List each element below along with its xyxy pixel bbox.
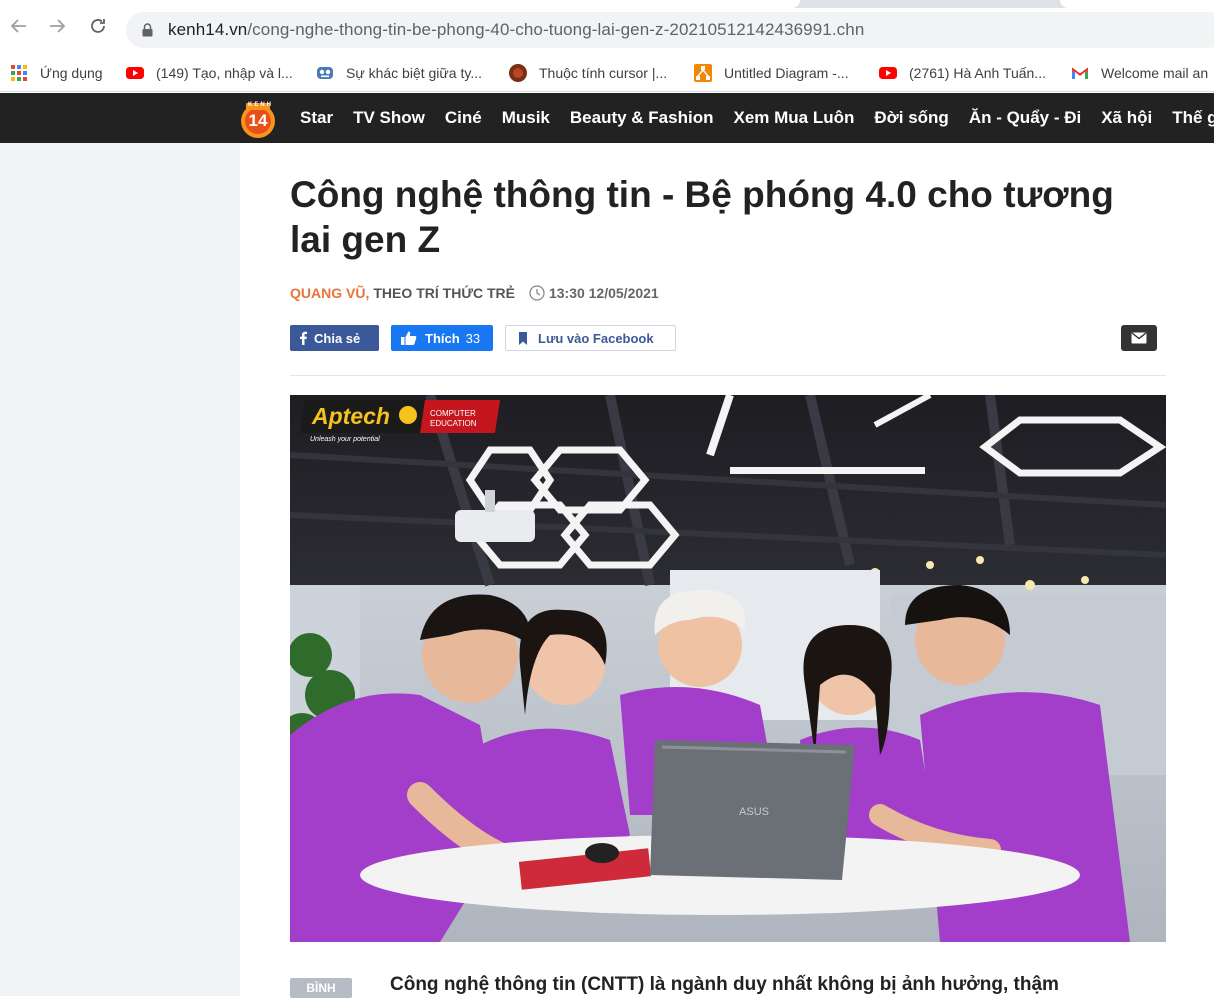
facebook-like-button[interactable]: Thích 33 — [391, 325, 493, 351]
nav-item-tvshow[interactable]: TV Show — [353, 108, 425, 128]
bookmark-label: (149) Tạo, nhập và l... — [156, 65, 293, 81]
facebook-share-button[interactable]: Chia sẻ — [290, 325, 379, 351]
youtube-icon — [126, 64, 144, 82]
bookmark-label: Thuộc tính cursor |... — [539, 65, 668, 81]
background-tab[interactable] — [1060, 0, 1214, 8]
aptech-sub-1: COMPUTER — [430, 409, 476, 418]
arrow-right-icon — [50, 19, 66, 33]
robot-icon — [316, 64, 334, 82]
reload-icon — [91, 19, 105, 33]
article-tag[interactable]: BÌNH — [290, 978, 352, 998]
kenh14-logo[interactable]: KENH 14 — [239, 101, 277, 139]
lock-icon[interactable] — [142, 23, 153, 37]
aptech-tagline: Unleash your potential — [310, 436, 380, 443]
save-label: Lưu vào Facebook — [538, 330, 654, 346]
left-gutter — [0, 143, 240, 996]
bookmark-label: Ứng dụng — [40, 65, 103, 81]
author-name[interactable]: QUANG VŨ, — [290, 285, 369, 301]
nav-item-xem-mua-luon[interactable]: Xem Mua Luôn — [733, 108, 854, 128]
clock-icon — [529, 285, 545, 301]
nav-item-xa-hoi[interactable]: Xã hội — [1101, 108, 1152, 128]
nav-item-musik[interactable]: Musik — [502, 108, 550, 128]
apps-grid-icon — [10, 64, 28, 82]
reload-button[interactable] — [85, 16, 111, 42]
address-bar-row: kenh14.vn/cong-nghe-thong-tin-be-phong-4… — [0, 8, 1214, 54]
like-count: 33 — [465, 330, 481, 346]
arrow-left-icon — [10, 19, 26, 33]
bookmark-youtube-1[interactable]: (149) Tạo, nhập và l... — [126, 62, 293, 84]
bookmark-robot[interactable]: Sự khác biệt giữa ty... — [316, 62, 482, 84]
article-photo[interactable]: ASUS Aptech COMPUTER EDUCATION Unleash y… — [290, 395, 1166, 942]
bookmark-label: Welcome mail an — [1101, 65, 1209, 81]
nav-item-the-gioi[interactable]: Thế gi — [1172, 108, 1214, 128]
mail-icon — [1131, 332, 1147, 344]
url-text[interactable]: kenh14.vn/cong-nghe-thong-tin-be-phong-4… — [168, 20, 864, 40]
back-button[interactable] — [6, 16, 32, 42]
source-name: TRÍ THỨC TRẺ — [416, 285, 515, 301]
nav-item-an-quay-di[interactable]: Ăn - Quẩy - Đi — [969, 108, 1081, 128]
bookmark-gmail[interactable]: Welcome mail an — [1071, 62, 1208, 84]
main-nav: Star TV Show Ciné Musik Beauty & Fashion… — [300, 93, 1214, 143]
wix-icon — [509, 64, 527, 82]
url-host: kenh14.vn — [168, 20, 248, 39]
aptech-logo-text: Aptech — [311, 403, 390, 429]
youtube-icon — [879, 64, 897, 82]
url-path: /cong-nghe-thong-tin-be-phong-40-cho-tuo… — [247, 20, 865, 39]
like-label: Thích — [425, 330, 460, 346]
nav-item-star[interactable]: Star — [300, 108, 333, 128]
nav-item-doi-song[interactable]: Đời sống — [874, 108, 948, 128]
bookmark-label: Sự khác biệt giữa ty... — [346, 65, 482, 81]
nav-item-cine[interactable]: Ciné — [445, 108, 482, 128]
bookmark-apps[interactable]: Ứng dụng — [10, 62, 103, 84]
laptop-brand-text: ASUS — [739, 806, 769, 818]
source-prefix: THEO — [373, 285, 413, 301]
bookmark-label: (2761) Hà Anh Tuấn... — [909, 65, 1046, 81]
gmail-icon — [1071, 64, 1089, 82]
bookmark-drawio[interactable]: Untitled Diagram -... — [694, 62, 848, 84]
forward-button[interactable] — [44, 16, 70, 42]
facebook-icon — [300, 331, 307, 345]
nav-item-beauty-fashion[interactable]: Beauty & Fashion — [570, 108, 714, 128]
article-title: Công nghệ thông tin - Bệ phóng 4.0 cho t… — [290, 174, 1114, 260]
thumbs-up-icon — [401, 331, 417, 345]
aptech-sub-2: EDUCATION — [430, 419, 477, 428]
drawio-icon — [694, 64, 712, 82]
article-meta: QUANG VŨ, THEO TRÍ THỨC TRẺ 13:30 12/05/… — [290, 283, 659, 303]
tab-strip — [0, 0, 1214, 8]
save-to-facebook-button[interactable]: Lưu vào Facebook — [505, 325, 676, 351]
meta-divider — [290, 375, 1166, 376]
bookmark-label: Untitled Diagram -... — [724, 65, 849, 81]
article-lead: Công nghệ thông tin (CNTT) là ngành duy … — [390, 974, 1059, 995]
active-tab[interactable] — [0, 0, 800, 8]
bookmark-wix[interactable]: Thuộc tính cursor |... — [509, 62, 667, 84]
bookmark-icon — [519, 331, 527, 345]
omnibox[interactable]: kenh14.vn/cong-nghe-thong-tin-be-phong-4… — [126, 12, 1214, 48]
publish-time: 13:30 12/05/2021 — [548, 285, 659, 301]
share-label: Chia sẻ — [314, 330, 361, 346]
bookmark-youtube-2[interactable]: (2761) Hà Anh Tuấn... — [879, 62, 1046, 84]
email-share-button[interactable] — [1121, 325, 1157, 351]
logo-sub-text: KENH — [248, 102, 274, 108]
logo-number: 14 — [248, 111, 268, 130]
bookmarks-bar: Ứng dụng (149) Tạo, nhập và l... Sự khác… — [0, 54, 1214, 92]
